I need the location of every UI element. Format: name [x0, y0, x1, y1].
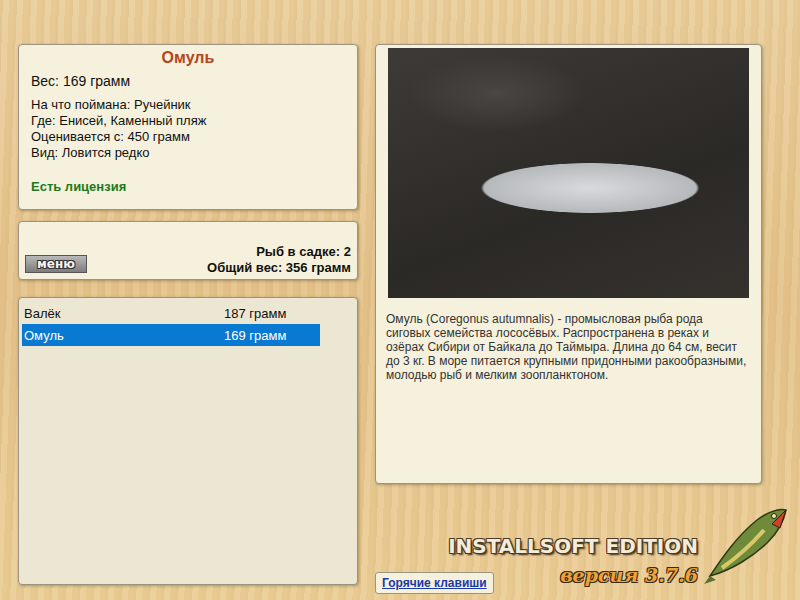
version-label: версия 3.7.6 — [560, 564, 698, 586]
fish-description: Омуль (Coregonus autumnalis) - промыслов… — [386, 312, 749, 382]
keepnet-summary: Рыб в садке: 2Общий вес: 356 грамм — [207, 244, 351, 276]
pike-icon — [702, 498, 792, 588]
fish-detail: Вид: Ловится редко — [31, 145, 345, 161]
fish-count: Рыб в садке: 2 — [207, 244, 351, 260]
edition-logo: INSTALLSOFT EDITION — [375, 534, 698, 558]
catch-list: Валёк187 граммОмуль169 грамм — [18, 297, 358, 585]
fish-detail: На что поймана: Ручейник — [31, 97, 345, 113]
fish-detail: Где: Енисей, Каменный пляж — [31, 113, 345, 129]
fish-photo-panel: Омуль (Coregonus autumnalis) - промыслов… — [375, 44, 762, 484]
bottom-row: Горячие клавишиверсия 3.7.6 — [375, 564, 698, 586]
fish-weight: Вес: 169 грамм — [31, 73, 345, 89]
hotkeys-button[interactable]: Горячие клавиши — [375, 572, 494, 594]
catch-weight: 187 грамм — [224, 306, 286, 321]
catch-screen: Омуль Вес: 169 грамм На что поймана: Ручей… — [0, 0, 800, 600]
fish-photo — [388, 48, 749, 298]
fish-title: Омуль — [31, 49, 345, 67]
catch-weight: 169 грамм — [224, 328, 286, 343]
catch-name: Омуль — [24, 328, 224, 343]
catch-row[interactable]: Валёк187 грамм — [22, 302, 320, 324]
fish-details: На что поймана: РучейникГде: Енисей, Кам… — [31, 97, 345, 161]
right-column: Омуль (Coregonus autumnalis) - промыслов… — [375, 44, 762, 600]
branding: INSTALLSOFT EDITIONГорячие клавишиверсия… — [375, 484, 698, 600]
menu-button[interactable]: меню — [25, 255, 87, 273]
total-weight: Общий вес: 356 грамм — [207, 260, 351, 276]
fish-detail: Оценивается с: 450 грамм — [31, 129, 345, 145]
left-column: Омуль Вес: 169 грамм На что поймана: Ручей… — [18, 44, 358, 585]
fish-info-panel: Омуль Вес: 169 грамм На что поймана: Ручей… — [18, 44, 358, 210]
branding-area: INSTALLSOFT EDITIONГорячие клавишиверсия… — [375, 484, 792, 600]
keepnet-panel: меню Рыб в садке: 2Общий вес: 356 грамм — [18, 221, 358, 280]
catch-name: Валёк — [24, 306, 224, 321]
catch-row[interactable]: Омуль169 грамм — [22, 324, 320, 346]
license-status: Есть лицензия — [31, 179, 345, 194]
